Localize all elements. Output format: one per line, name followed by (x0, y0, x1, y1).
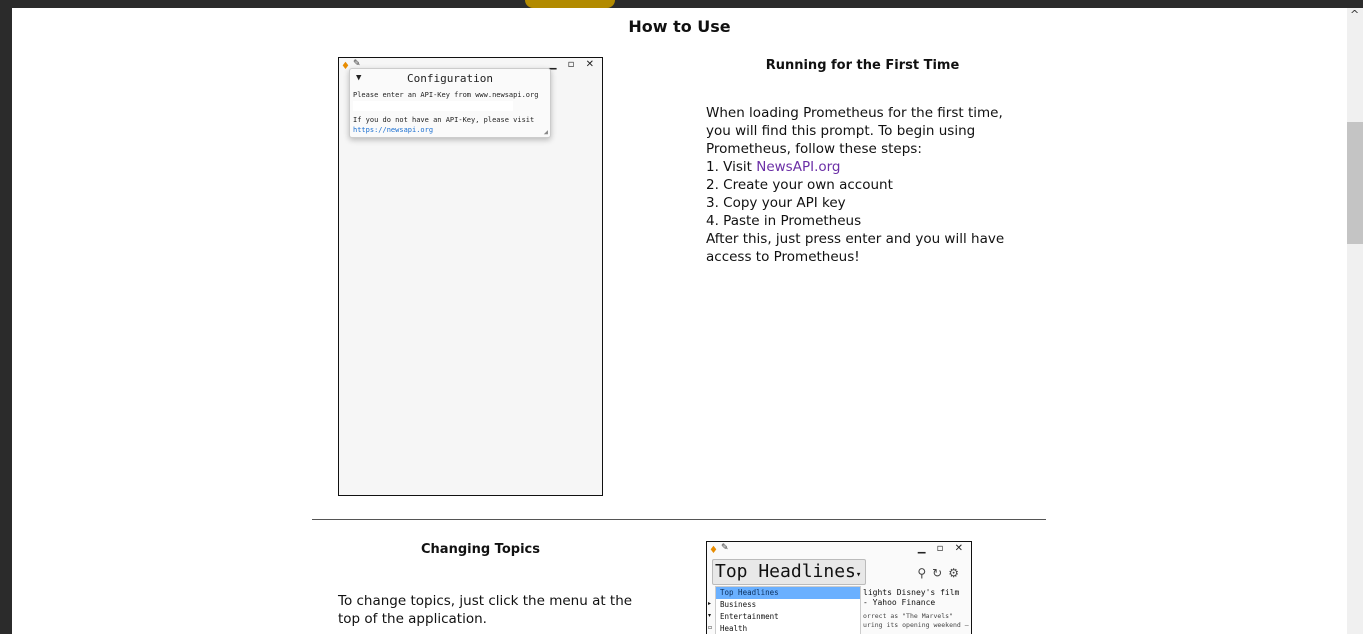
menu-item-business: Business (720, 600, 757, 609)
text-line: Prometheus, follow these steps: (706, 141, 922, 157)
search-icon: ⚲ (917, 566, 933, 580)
refresh-icon: ↻ (932, 566, 949, 580)
topic-menu: Top Headlines Business Entertainment Hea… (715, 586, 861, 634)
topic-dropdown: Top Headlines▾ (712, 559, 866, 585)
text-line: you will find this prompt. To begin usin… (706, 123, 976, 139)
step-prefix: 1. Visit (706, 159, 757, 175)
caret-down-icon: ▾ (855, 570, 862, 580)
text-line: access to Prometheus! (706, 249, 860, 265)
text-line: 2. Create your own account (706, 177, 893, 193)
text-line: When loading Prometheus for the first ti… (706, 105, 1003, 121)
page-scrollbar[interactable]: ^ (1347, 8, 1363, 634)
newsapi-link[interactable]: NewsAPI.org (756, 159, 840, 175)
window-controls: ▁ ▫ ✕ (548, 59, 598, 70)
dialog-title: Configuration (406, 72, 494, 85)
headline-snippet: uring its opening weekend — (863, 621, 969, 629)
page-heading: How to Use (628, 17, 731, 36)
browser-top-bar (0, 0, 1363, 8)
window-titlebar: ♦ ✎ ▁ ▫ ✕ (707, 542, 971, 558)
dialog-no-key-text: If you do not have an API-Key, please vi… (353, 116, 535, 124)
topics-window-screenshot: ♦ ✎ ▁ ▫ ✕ Top Headlines▾ ⚲↻⚙ ▸▾▫▫ Top He… (706, 541, 972, 634)
text-line: 3. Copy your API key (706, 195, 846, 211)
configuration-dialog: ▼ Configuration Please enter an API-Key … (349, 68, 551, 138)
resize-grip-icon: ◢ (543, 128, 548, 136)
app-flame-icon: ♦ (709, 545, 718, 556)
menu-item-entertainment: Entertainment (720, 612, 779, 621)
headline-text: lights Disney's film (863, 588, 960, 597)
dialog-link: https://newsapi.org (353, 126, 434, 134)
text-line: top of the application. (338, 611, 487, 627)
toolbar-icons: ⚲↻⚙ (917, 566, 965, 580)
section-text-first-time: When loading Prometheus for the first ti… (706, 104, 1026, 266)
gear-icon: ⚙ (948, 566, 965, 580)
section-divider (312, 519, 1046, 520)
section-title-first-time: Running for the First Time (765, 58, 960, 73)
dialog-prompt: Please enter an API-Key from www.newsapi… (353, 91, 539, 99)
text-line: After this, just press enter and you wil… (706, 231, 1005, 247)
top-glow (525, 0, 615, 8)
window-controls: ▁ ▫ ✕ (917, 543, 967, 554)
list-markers: ▸▾▫▫ (708, 600, 713, 631)
section-text-changing-topics: To change topics, just click the menu at… (338, 592, 658, 628)
config-window-screenshot: ♦ ✎ ▁ ▫ ✕ ▼ Configuration Please enter a… (338, 57, 603, 496)
api-key-input (353, 101, 513, 111)
wrench-icon: ✎ (721, 543, 729, 553)
headline-snippet: orrect as "The Marvels" (863, 612, 954, 620)
menu-item-health: Health (720, 624, 748, 633)
text-line: 4. Paste in Prometheus (706, 213, 862, 229)
page-content: How to Use ♦ ✎ ▁ ▫ ✕ ▼ Configuration Ple… (12, 8, 1347, 634)
text-line: 1. Visit NewsAPI.org (706, 158, 1026, 176)
section-title-changing-topics: Changing Topics (421, 542, 540, 557)
scroll-up-icon[interactable]: ^ (1350, 8, 1359, 21)
menu-item-top-headlines: Top Headlines (716, 587, 860, 599)
scrollbar-thumb[interactable] (1347, 122, 1363, 244)
topic-selected: Top Headlines (715, 561, 856, 582)
headline-source: - Yahoo Finance (863, 598, 936, 607)
text-line: To change topics, just click the menu at… (338, 593, 633, 609)
